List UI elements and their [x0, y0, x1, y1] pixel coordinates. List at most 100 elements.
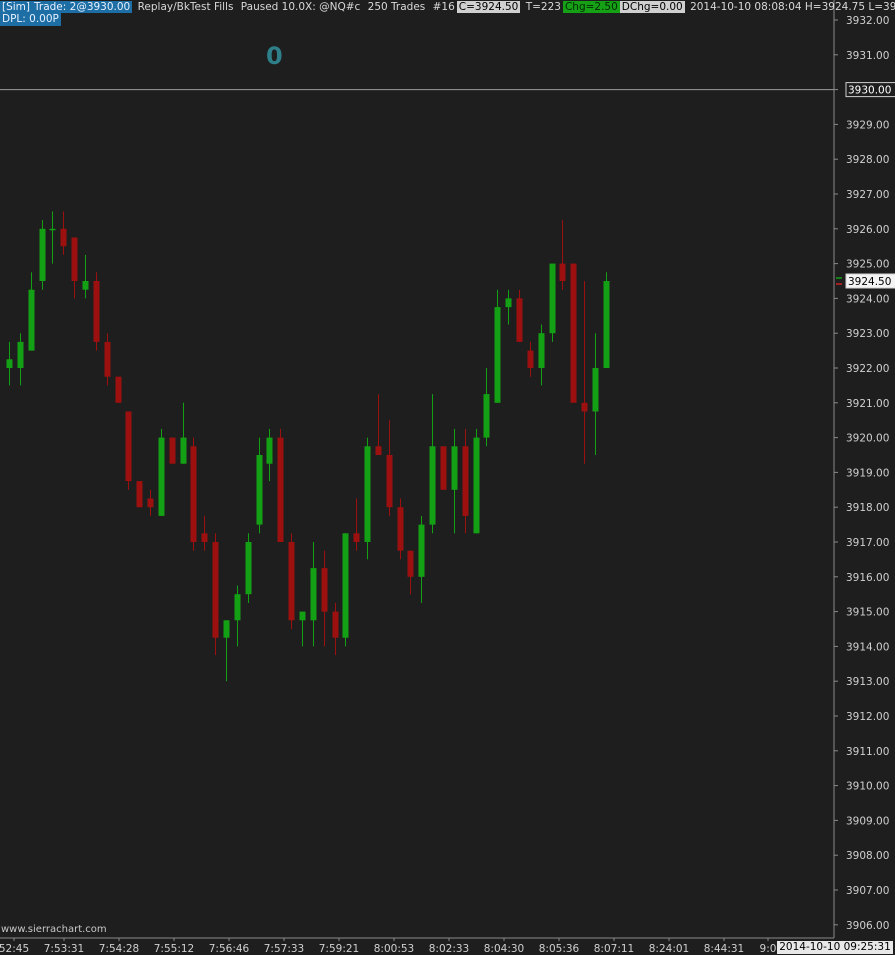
x-tick-label: 7:54:28 — [99, 943, 139, 955]
candles-layer — [6, 211, 610, 682]
candle — [125, 411, 132, 490]
x-tick-label: 8:05:36 — [539, 943, 580, 955]
candle — [212, 533, 219, 656]
time-axis: 52:45 7:53:31 7:54:28 7:55:12 7:56:46 7:57:33… — [0, 938, 776, 955]
candle — [429, 394, 436, 534]
candle — [375, 394, 382, 455]
candle-body — [234, 594, 241, 621]
candle-body — [136, 481, 143, 508]
candle — [190, 437, 197, 551]
trade-count: 250 Trades — [367, 1, 426, 13]
candle — [418, 515, 425, 603]
candle — [559, 220, 566, 290]
grid-layer — [0, 0, 835, 939]
price-line-value: 3930.00 — [848, 85, 891, 97]
candle — [603, 272, 610, 368]
last-price-value: 3924.50 — [848, 276, 891, 288]
candle — [592, 333, 599, 455]
x-tick-label: 7:57:33 — [264, 943, 304, 955]
candle-body — [342, 533, 349, 638]
y-tick-label: 3925.00 — [846, 259, 889, 271]
candle-body — [429, 446, 436, 525]
x-tick-label: 8:07:11 — [594, 943, 634, 955]
chart-header: [Sim] Trade: 2@3930.00 Replay/BkTest Fill… — [0, 0, 895, 14]
candle — [245, 533, 252, 603]
y-tick-label: 3906.00 — [846, 920, 889, 932]
x-tick-label: 7:56:46 — [209, 943, 250, 955]
candle-body — [473, 437, 480, 534]
candle-body — [364, 446, 371, 542]
candle — [462, 428, 469, 534]
candle-body — [310, 568, 317, 621]
candle — [147, 489, 154, 516]
candle-body — [397, 507, 404, 551]
last-price-label: 3924.50 — [836, 273, 895, 289]
candle — [234, 585, 241, 647]
y-tick-label: 3908.00 — [846, 850, 889, 862]
candle-body — [353, 533, 360, 542]
candle — [288, 533, 295, 629]
y-tick-label: 3924.00 — [846, 293, 889, 305]
candle — [483, 368, 490, 447]
sim-badge[interactable]: [Sim] — [0, 1, 33, 13]
candle-body — [266, 437, 273, 464]
candle-body — [418, 524, 425, 577]
candle — [473, 428, 480, 534]
candle-body — [49, 228, 56, 231]
position-quantity: 0 — [266, 42, 283, 70]
candle — [364, 437, 371, 560]
close-value: C=3924.50 — [456, 1, 521, 13]
candle-body — [180, 437, 187, 464]
date-time-box: 2014-10-10 09:25:31 — [777, 941, 893, 954]
x-tick-label: 7:55:12 — [154, 943, 194, 955]
candle — [60, 211, 67, 255]
y-tick-label: 3923.00 — [846, 328, 889, 340]
candle-body — [483, 394, 490, 438]
replay-status: Paused 10.0X: @NQ#c — [240, 1, 361, 13]
candle-body — [71, 237, 78, 281]
candle — [505, 289, 512, 325]
candle — [104, 333, 111, 386]
x-tick-label: 8:44:31 — [704, 943, 744, 955]
candle — [332, 602, 339, 656]
candle — [321, 550, 328, 647]
candle-body — [288, 542, 295, 621]
x-tick-label: 8:00:53 — [374, 943, 414, 955]
y-tick-label: 3914.00 — [846, 641, 889, 653]
y-tick-label: 3927.00 — [846, 189, 889, 201]
daily-change-value: DChg=0.00 — [619, 1, 685, 13]
x-tick-label: 7:59:21 — [319, 943, 359, 955]
candle-body — [332, 611, 339, 638]
chart-number: #16 — [432, 1, 455, 13]
candle-body — [516, 298, 523, 342]
candle-body — [570, 263, 577, 403]
x-tick-label: 8:24:01 — [649, 943, 689, 955]
candle — [407, 550, 414, 595]
candle-body — [386, 455, 393, 508]
y-tick-label: 3909.00 — [846, 815, 889, 827]
candle-body — [505, 298, 512, 308]
y-tick-label: 3912.00 — [846, 711, 889, 723]
candle — [299, 611, 306, 647]
y-tick-label: 3928.00 — [846, 154, 889, 166]
y-tick-label: 3929.00 — [846, 119, 889, 131]
candle — [17, 333, 24, 386]
candle — [451, 428, 458, 534]
candle-body — [245, 542, 252, 595]
candle-body — [407, 550, 414, 577]
candle-body — [451, 446, 458, 490]
candle — [201, 515, 208, 551]
candle-body — [527, 350, 534, 368]
price-line-label: 3930.00 — [845, 82, 895, 98]
y-tick-label: 3917.00 — [846, 537, 889, 549]
mode-label: Replay/BkTest Fills — [137, 1, 234, 13]
candle — [538, 324, 545, 386]
candle — [93, 272, 100, 351]
candle — [342, 533, 349, 647]
y-tick-label: 3919.00 — [846, 467, 889, 479]
candle-body — [440, 446, 447, 490]
candle-body — [559, 263, 566, 281]
candle-body — [603, 281, 610, 368]
trade-label[interactable]: Trade: 2@3930.00 — [32, 1, 133, 13]
y-tick-label: 3931.00 — [846, 50, 889, 62]
